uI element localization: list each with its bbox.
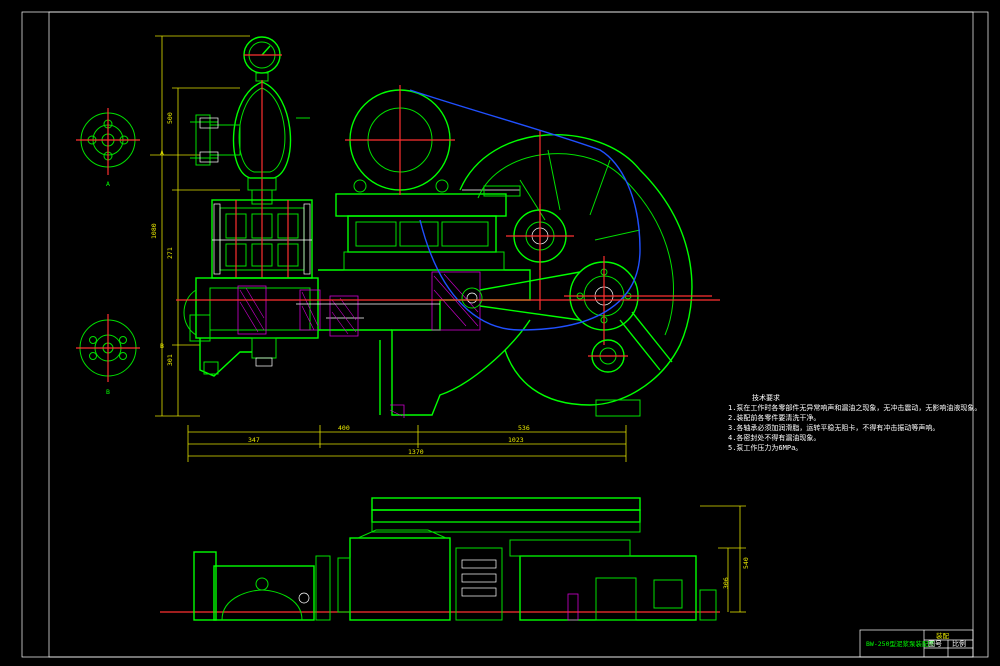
- connecting-rod: [479, 271, 673, 371]
- label-b-bottom: B: [160, 342, 164, 350]
- flywheel: [459, 130, 693, 406]
- label-a-top: A: [160, 149, 164, 157]
- dim-1080: 1080: [150, 223, 158, 239]
- dim-540: 540: [742, 557, 750, 569]
- dim-301: 301: [166, 354, 174, 366]
- plan-view: [160, 497, 720, 621]
- valve-block: [211, 199, 313, 279]
- dim-1370: 1370: [408, 448, 424, 456]
- discharge-flange: [190, 114, 310, 166]
- lower-gear: [588, 339, 641, 417]
- gear-case-top: [335, 179, 521, 271]
- notes-line-3: 3.各轴承必须加润滑脂，运转平稳无阻卡，不得有冲击振动等声响。: [728, 423, 939, 432]
- plan-view-dimensions: [700, 505, 746, 613]
- inner-frame: [48, 11, 974, 658]
- dim-500: 500: [166, 112, 174, 124]
- air-chamber: [232, 80, 292, 205]
- view-b-flange: [76, 314, 140, 382]
- dim-1023: 1023: [508, 436, 524, 444]
- outer-frame: [21, 11, 989, 658]
- cylinder-section: [183, 277, 321, 367]
- pressure-gauge: [243, 36, 282, 82]
- small-pulley: [345, 85, 455, 195]
- dim-271: 271: [166, 247, 174, 259]
- dim-536: 536: [518, 424, 530, 432]
- drive-belt: [409, 89, 641, 331]
- notes-title: 技术要求: [752, 393, 780, 402]
- crankshaft-hub: [506, 204, 574, 270]
- notes-line-2: 2.装配前各零件要清洗干净。: [728, 413, 820, 422]
- label-a-side: A: [106, 180, 110, 188]
- suction-manifold: [189, 314, 252, 377]
- label-b-side: B: [106, 388, 110, 396]
- dim-400: 400: [338, 424, 350, 432]
- title-block-cell-a: 装配: [936, 631, 950, 640]
- notes-line-1: 1.泵在工作时各零部件无异常响声和漏油之现象，无冲击震动，无影响油液现象。: [728, 403, 981, 412]
- view-a-flange: [76, 108, 140, 175]
- title-block-cell-c: 比例: [952, 639, 966, 648]
- crankcase-housing: [318, 269, 531, 418]
- notes-line-4: 4.各密封处不得有漏油现象。: [728, 433, 820, 442]
- dim-306: 306: [722, 577, 730, 589]
- dim-347: 347: [248, 436, 260, 444]
- title-block-name: BW-250型泥浆泵装配图: [866, 639, 935, 648]
- notes-line-5: 5.泵工作压力为6MPa。: [728, 443, 802, 452]
- cad-drawing-canvas: A B 500 1080 271 301 A B 347 400 536 102…: [21, 11, 989, 658]
- title-block-cell-b: 图号: [928, 640, 942, 648]
